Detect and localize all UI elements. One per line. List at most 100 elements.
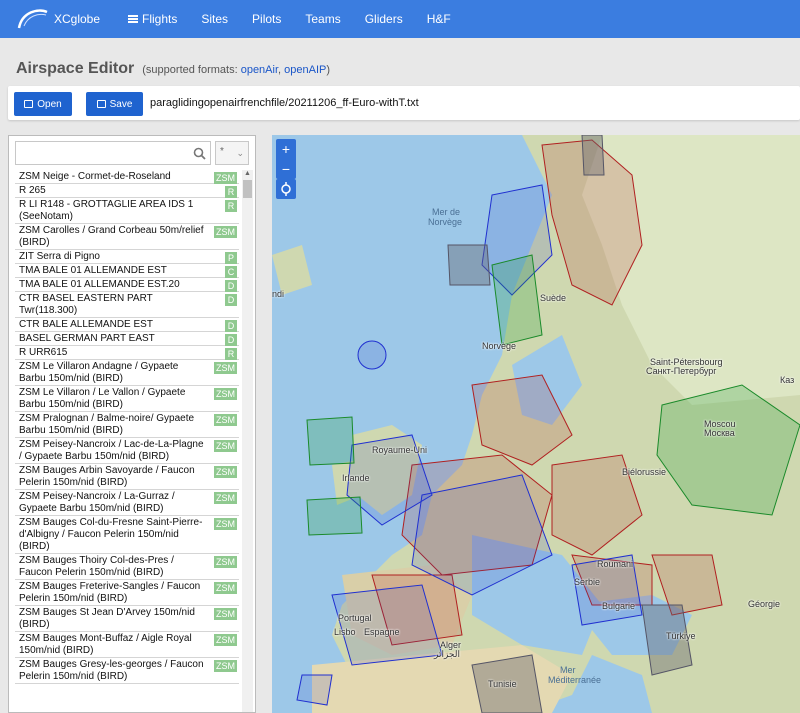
airspace-list-item[interactable]: R 265 R (15, 184, 239, 198)
airspace-list-item[interactable]: ZSM Bauges Arbin Savoyarde / Faucon Pele… (15, 464, 239, 490)
scroll-up-arrow-icon[interactable]: ▲ (244, 170, 251, 177)
airspace-name: ZSM Le Villaron / Le Vallon / Gypaete Ba… (19, 387, 186, 410)
airspace-name: ZSM Bauges Gresy-les-georges / Faucon Pe… (19, 659, 204, 682)
airspace-class-badge: R (225, 186, 237, 198)
airspace-name: ZSM Carolles / Grand Corbeau 50m/relief … (19, 225, 204, 248)
search-box (15, 141, 211, 165)
zoom-control: + − (276, 139, 296, 179)
airspace-list-item[interactable]: ZIT Serra di Pigno P (15, 250, 239, 264)
airspace-class-badge: D (225, 280, 237, 292)
airspace-class-badge: ZSM (214, 388, 237, 400)
map-label-irlande: Irlande (342, 473, 370, 483)
page-title: Airspace Editor (16, 60, 135, 77)
nav-sites[interactable]: Sites (189, 0, 240, 38)
airspace-class-badge: D (225, 294, 237, 306)
map-label-mer-norvege-2: Norvège (428, 217, 463, 227)
save-button[interactable]: Save (86, 92, 143, 116)
airspace-list-item[interactable]: BASEL GERMAN PART EAST D (15, 332, 239, 346)
airspace-list-item[interactable]: TMA BALE 01 ALLEMANDE EST C (15, 264, 239, 278)
brand-logo[interactable]: XCglobe (16, 0, 116, 38)
airspace-list-item[interactable]: ZSM Bauges Col-du-Fresne Saint-Pierre-d'… (15, 516, 239, 554)
airspace-name: CTR BALE ALLEMANDE EST (19, 319, 153, 330)
map-label-mer-norvege: Mer de (432, 207, 461, 217)
map-label-iceland: ndi (272, 289, 285, 299)
search-input[interactable] (16, 142, 188, 164)
supported-formats: (supported formats: openAir, openAIP) (142, 64, 330, 76)
map-label-portugal: Portugal (338, 613, 372, 623)
airspace-list-item[interactable]: ZSM Bauges Thoiry Col-des-Pres / Faucon … (15, 554, 239, 580)
nav-flights[interactable]: Flights (116, 0, 189, 38)
formats-suffix: ) (326, 64, 331, 76)
airspace-list-item[interactable]: ZSM Le Villaron Andagne / Gypaete Barbu … (15, 360, 239, 386)
airspace-class-badge: ZSM (214, 608, 237, 620)
map-label-norvege: Norvège (482, 341, 517, 351)
airspace-map[interactable]: + − Mer de Norvège Suède Norvège Saint-P… (272, 135, 800, 713)
map-label-roumanie: Roumani (597, 559, 634, 569)
airspace-class-badge: D (225, 334, 237, 346)
airspace-list-item[interactable]: CTR BASEL EASTERN PART Twr(118.300) D (15, 292, 239, 318)
airspace-list-item[interactable]: ZSM Le Villaron / Le Vallon / Gypaete Ba… (15, 386, 239, 412)
airspace-list: ZSM Neige - Cormet-de-Roseland ZSM R 265 R R… (15, 170, 239, 684)
zoom-in-button[interactable]: + (276, 139, 296, 159)
nav-gliders-label: Gliders (364, 12, 403, 26)
airspace-list-item[interactable]: ZSM Peisey-Nancroix / La-Gurraz / Gypaet… (15, 490, 239, 516)
airspace-class-badge: C (225, 266, 237, 278)
airspace-list-item[interactable]: R URR615 R (15, 346, 239, 360)
airspace-class-badge: ZSM (214, 226, 237, 238)
scrollbar-thumb[interactable] (243, 180, 252, 198)
brand-name: XCglobe (54, 12, 101, 26)
map-label-georgie: Géorgie (748, 599, 781, 609)
map-label-tunisie: Tunisie (488, 679, 517, 689)
nav-flights-label: Flights (142, 12, 178, 26)
airspace-list-item[interactable]: ZSM Bauges Gresy-les-georges / Faucon Pe… (15, 658, 239, 684)
airspace-name: ZSM Bauges St Jean D'Arvey 150m/nid (BIR… (19, 607, 195, 630)
airspace-list-panel: * ⌄ ZSM Neige - Cormet-de-Roseland ZSM R 2… (8, 135, 256, 713)
nav-hf[interactable]: H&F (415, 0, 463, 38)
nav-gliders[interactable]: Gliders (353, 0, 415, 38)
iceland-landmass (272, 245, 312, 295)
airspace-class-badge: ZSM (214, 660, 237, 672)
zoom-out-button[interactable]: − (276, 159, 296, 179)
airspace-class-badge: R (225, 348, 237, 360)
airspace-name: ZSM Neige - Cormet-de-Roseland (19, 171, 171, 182)
locate-button[interactable] (276, 179, 296, 199)
map-label-mediterranee: Mer (560, 665, 576, 675)
airspace-list-item[interactable]: ZSM Neige - Cormet-de-Roseland ZSM (15, 170, 239, 184)
search-icon[interactable] (193, 147, 206, 160)
airspace-list-item[interactable]: ZSM Carolles / Grand Corbeau 50m/relief … (15, 224, 239, 250)
map-label-mediterranee-2: Méditerranée (548, 675, 602, 685)
airspace-class-badge: ZSM (214, 414, 237, 426)
airspace-list-item[interactable]: ZSM Bauges St Jean D'Arvey 150m/nid (BIR… (15, 606, 239, 632)
airspace-class-badge: ZSM (214, 492, 237, 504)
map-label-royaume-uni: Royaume-Uni (372, 445, 428, 455)
airspace-list-item[interactable]: R LI R148 - GROTTAGLIE AREA IDS 1 (SeeNo… (15, 198, 239, 224)
airspace-list-item[interactable]: ZSM Peisey-Nancroix / Lac-de-La-Plagne /… (15, 438, 239, 464)
airspace-class-select[interactable]: * ⌄ (215, 141, 249, 165)
open-button-label: Open (37, 98, 62, 110)
list-scrollbar[interactable]: ▲ (242, 170, 253, 712)
airspace-name: ZSM Pralognan / Balme-noire/ Gypaete Bar… (19, 413, 195, 436)
nav-teams[interactable]: Teams (293, 0, 352, 38)
open-button[interactable]: Open (14, 92, 72, 116)
airspace-list-item[interactable]: ZSM Bauges Mont-Buffaz / Aigle Royal 150… (15, 632, 239, 658)
openaip-format-link[interactable]: openAIP (284, 64, 326, 76)
airspace-list-item[interactable]: CTR BALE ALLEMANDE EST D (15, 318, 239, 332)
airspace-name: ZSM Peisey-Nancroix / La-Gurraz / Gypaet… (19, 491, 175, 514)
airspace-name: TMA BALE 01 ALLEMANDE EST (19, 265, 167, 276)
file-toolbar: Open Save paraglidingopenairfrenchfile/2… (8, 86, 800, 120)
airspace-name: R 265 (19, 185, 46, 196)
map-label-bielorussie: Biélorussie (622, 467, 667, 477)
openair-format-link[interactable]: openAir (241, 64, 278, 76)
airspace-list-item[interactable]: ZSM Bauges Freterive-Sangles / Faucon Pe… (15, 580, 239, 606)
airspace-class-badge: ZSM (214, 518, 237, 530)
nav-pilots[interactable]: Pilots (240, 0, 293, 38)
save-button-label: Save (109, 98, 133, 110)
page-header: Airspace Editor (supported formats: open… (16, 60, 330, 84)
map-label-serbie: Serbie (574, 577, 601, 587)
airspace-list-item[interactable]: TMA BALE 01 ALLEMANDE EST.20 D (15, 278, 239, 292)
airspace-list-item[interactable]: ZSM Pralognan / Balme-noire/ Gypaete Bar… (15, 412, 239, 438)
list-icon (128, 15, 138, 23)
airspace-name: ZSM Bauges Col-du-Fresne Saint-Pierre-d'… (19, 517, 203, 552)
map-label-espagne: Espagne (364, 627, 400, 637)
locate-icon (281, 182, 291, 196)
